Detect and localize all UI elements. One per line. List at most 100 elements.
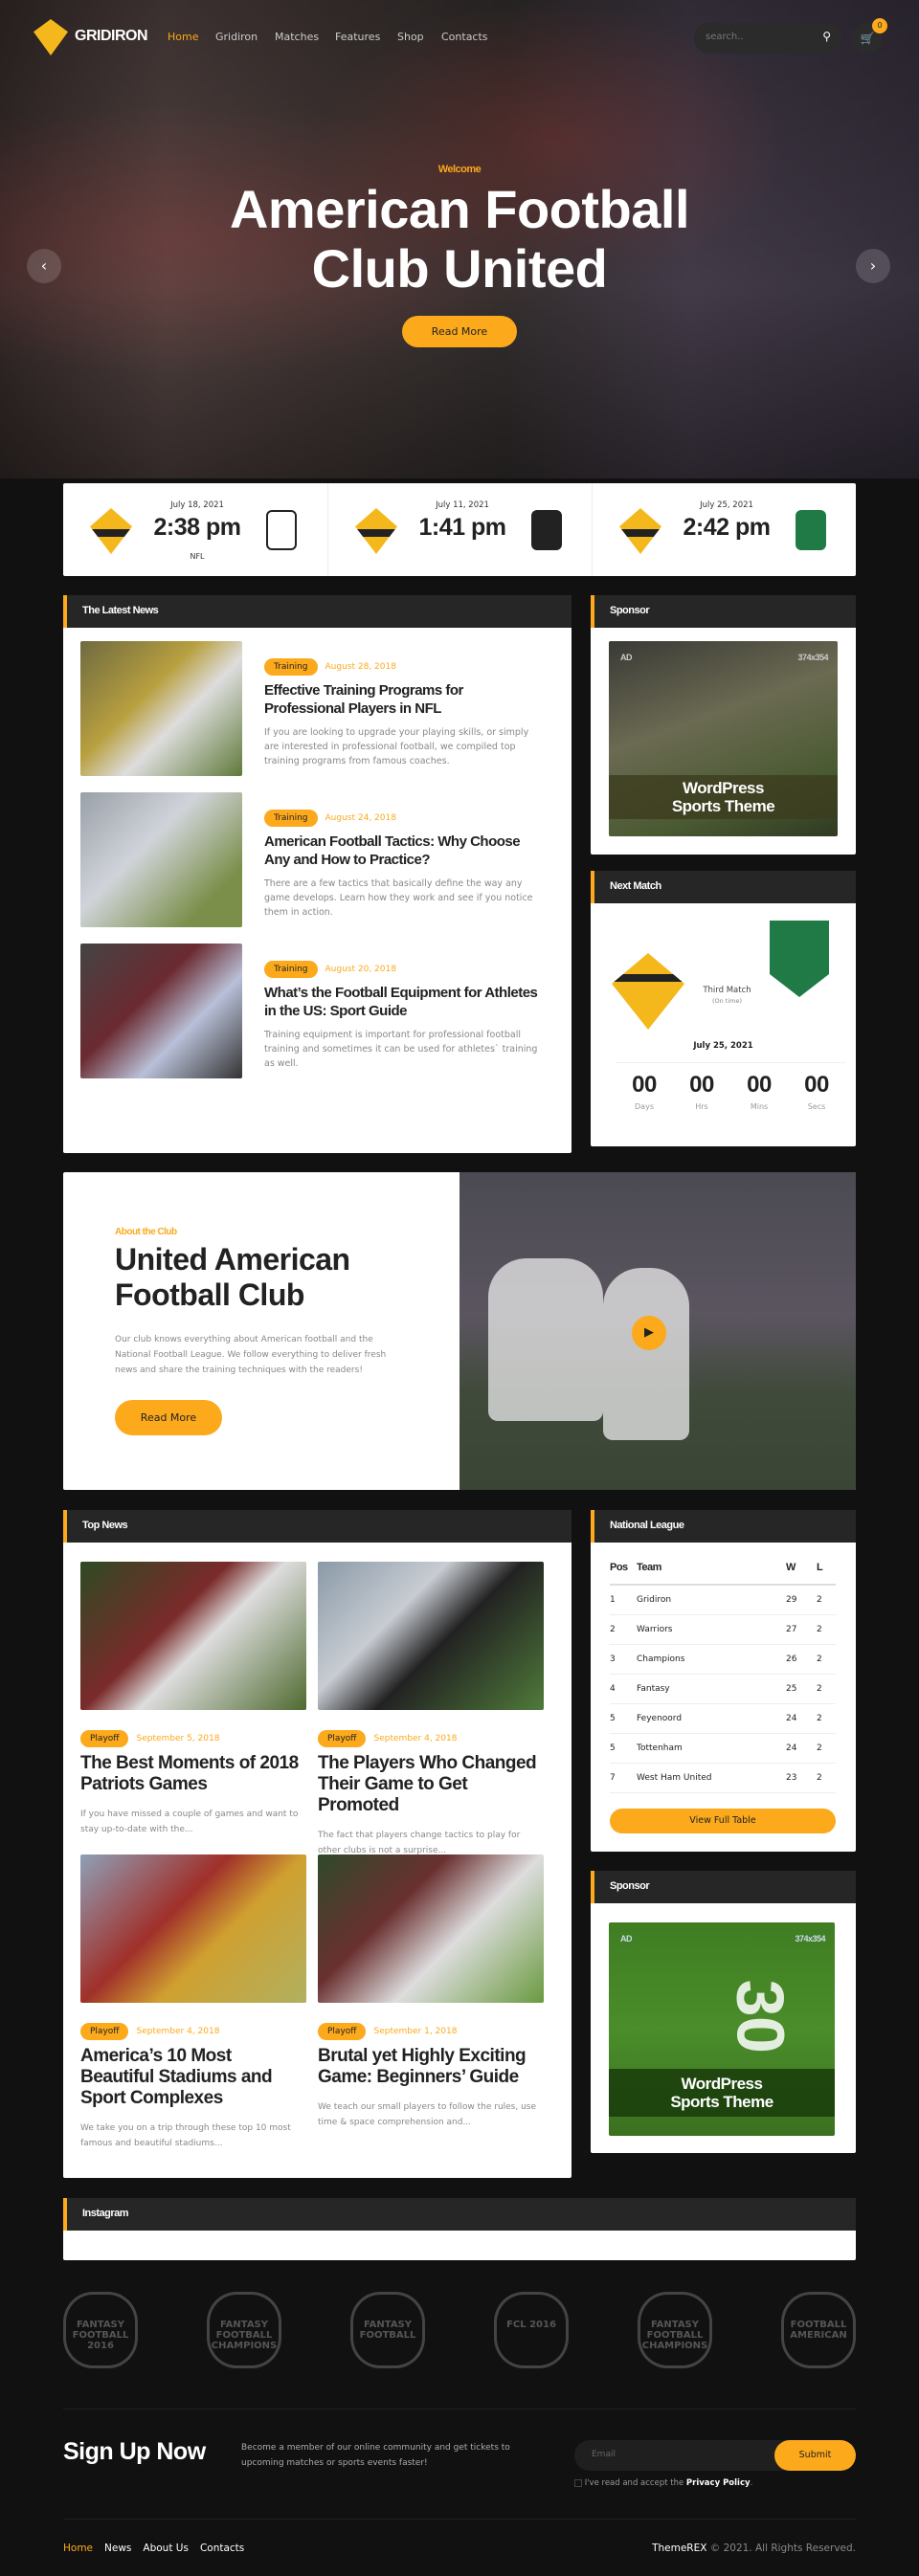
footer-link-news[interactable]: News <box>104 2543 131 2554</box>
play-icon[interactable]: ▶ <box>632 1316 666 1350</box>
instagram-widget: Instagram <box>63 2198 856 2260</box>
news-title[interactable]: The Best Moments of 2018 Patriots Games <box>80 1753 306 1795</box>
countdown-mins: 00 Mins <box>730 1072 788 1111</box>
top-news-card[interactable]: Playoff September 4, 2018 America’s 10 Mo… <box>80 1854 306 2151</box>
category-tag[interactable]: Playoff <box>80 2023 129 2040</box>
news-thumbnail[interactable] <box>80 1854 306 2003</box>
sponsor-ad-banner[interactable]: AD 374x354 WordPress Sports Theme <box>609 641 838 836</box>
hero-title-line2: Club United <box>311 238 608 299</box>
submit-button[interactable]: Submit <box>774 2440 856 2471</box>
nav-home[interactable]: Home <box>168 31 198 43</box>
match-date: July 11, 2021 <box>436 500 489 510</box>
hero-eyebrow: Welcome <box>437 164 482 175</box>
partner-logo[interactable]: FANTASY FOOTBALL CHAMPIONS <box>638 2292 712 2368</box>
news-thumbnail[interactable] <box>80 641 242 776</box>
countdown-hrs: 00 Hrs <box>673 1072 730 1111</box>
nav-features[interactable]: Features <box>335 31 380 43</box>
table-cell: 24 <box>786 1703 817 1734</box>
table-cell: Warriors <box>637 1614 786 1645</box>
footer-link-home[interactable]: Home <box>63 2543 93 2554</box>
top-news-card[interactable]: Playoff September 4, 2018 The Players Who… <box>318 1562 544 1858</box>
home-team-logo <box>90 508 132 554</box>
view-full-table-button[interactable]: View Full Table <box>610 1809 836 1833</box>
partner-logo[interactable]: FCL 2016 <box>494 2292 569 2368</box>
table-cell: 5 <box>610 1703 637 1734</box>
ad-size-label: 374x354 <box>797 653 828 662</box>
news-thumbnail[interactable] <box>80 944 242 1078</box>
nav-shop[interactable]: Shop <box>397 31 424 43</box>
instagram-heading: Instagram <box>63 2198 856 2231</box>
table-cell: 2 <box>817 1763 836 1793</box>
nav-contacts[interactable]: Contacts <box>441 31 488 43</box>
news-item[interactable]: Training August 24, 2018 American Footbal… <box>80 792 554 927</box>
news-item[interactable]: Training August 28, 2018 Effective Traini… <box>80 641 554 776</box>
partner-logo[interactable]: FOOTBALL AMERICAN <box>781 2292 856 2368</box>
away-team-logo <box>531 510 562 550</box>
about-read-more-button[interactable]: Read More <box>115 1400 222 1435</box>
nav-matches[interactable]: Matches <box>275 31 319 43</box>
sponsor-heading: Sponsor <box>591 595 856 628</box>
slider-prev-arrow-icon[interactable]: ‹ <box>27 249 61 283</box>
news-thumbnail[interactable] <box>80 792 242 927</box>
top-news-card[interactable]: Playoff September 1, 2018 Brutal yet High… <box>318 1854 544 2130</box>
footer-link-about-us[interactable]: About Us <box>143 2543 189 2554</box>
cart-icon: 🛒 <box>860 32 875 45</box>
email-placeholder: Email <box>592 2450 616 2459</box>
category-tag[interactable]: Playoff <box>80 1730 129 1747</box>
table-cell: 26 <box>786 1644 817 1675</box>
countdown-value: 00 <box>632 1072 657 1098</box>
table-cell: 24 <box>786 1733 817 1764</box>
category-tag[interactable]: Training <box>264 961 318 978</box>
nav-gridiron[interactable]: Gridiron <box>215 31 258 43</box>
partner-logo[interactable]: FANTASY FOOTBALL <box>350 2292 425 2368</box>
table-cell: 2 <box>817 1703 836 1734</box>
table-cell: 5 <box>610 1733 637 1764</box>
table-cell: 3 <box>610 1644 637 1675</box>
post-date: September 1, 2018 <box>373 2027 458 2036</box>
match-item[interactable]: July 18, 2021 2:38 pm NFL <box>63 483 327 576</box>
table-cell: 23 <box>786 1763 817 1793</box>
search-input[interactable]: search.. ⚲ <box>694 23 842 54</box>
privacy-policy-link[interactable]: Privacy Policy <box>686 2478 751 2488</box>
hero-slider: GRIDIRON Home Gridiron Matches Features … <box>0 0 919 478</box>
news-thumbnail[interactable] <box>80 1562 306 1710</box>
news-title[interactable]: What’s the Football Equipment for Athlet… <box>264 984 542 1020</box>
home-team-logo <box>355 508 397 554</box>
top-news-card[interactable]: Playoff September 5, 2018 The Best Moment… <box>80 1562 306 1837</box>
news-title[interactable]: America’s 10 Most Beautiful Stadiums and… <box>80 2046 306 2109</box>
partner-logo[interactable]: FANTASY FOOTBALL CHAMPIONS <box>207 2292 281 2368</box>
news-excerpt: We take you on a trip through these top … <box>80 2123 291 2148</box>
brand-name[interactable]: GRIDIRON <box>75 28 148 45</box>
countdown: 00 Days 00 Hrs 00 Mins 00 Secs <box>616 1072 845 1111</box>
home-team-logo <box>619 508 661 554</box>
latest-news-heading: The Latest News <box>63 595 572 628</box>
partner-logo[interactable]: FANTASY FOOTBALL 2016 <box>63 2292 138 2368</box>
consent-checkbox[interactable] <box>574 2478 582 2487</box>
hero-title: American Football Club United <box>0 180 919 299</box>
slider-next-arrow-icon[interactable]: › <box>856 249 890 283</box>
footer-link-contacts[interactable]: Contacts <box>200 2543 244 2554</box>
top-news-heading: Top News <box>63 1510 572 1543</box>
news-title[interactable]: Effective Training Programs for Professi… <box>264 681 542 718</box>
countdown-unit: Mins <box>750 1102 769 1111</box>
news-title[interactable]: The Players Who Changed Their Game to Ge… <box>318 1753 544 1816</box>
news-title[interactable]: American Football Tactics: Why Choose An… <box>264 833 542 869</box>
news-thumbnail[interactable] <box>318 1562 544 1710</box>
news-thumbnail[interactable] <box>318 1854 544 2003</box>
category-tag[interactable]: Training <box>264 810 318 827</box>
match-item[interactable]: July 25, 2021 2:42 pm <box>592 483 856 576</box>
category-tag[interactable]: Playoff <box>318 2023 367 2040</box>
news-title[interactable]: Brutal yet Highly Exciting Game: Beginne… <box>318 2046 544 2088</box>
post-date: August 20, 2018 <box>325 965 396 974</box>
about-video-thumbnail[interactable]: ▶ <box>460 1172 856 1490</box>
sponsor-ad-banner-2[interactable]: AD 374x354 30 WordPress Sports Theme <box>609 1922 835 2136</box>
table-cell: 2 <box>817 1585 836 1615</box>
hero-read-more-button[interactable]: Read More <box>402 316 517 347</box>
category-tag[interactable]: Training <box>264 658 318 676</box>
match-item[interactable]: July 11, 2021 1:41 pm <box>327 483 592 576</box>
search-icon[interactable]: ⚲ <box>822 30 831 43</box>
news-item[interactable]: Training August 20, 2018 What’s the Footb… <box>80 944 554 1078</box>
category-tag[interactable]: Playoff <box>318 1730 367 1747</box>
copyright-brand[interactable]: ThemeREX <box>652 2543 706 2554</box>
table-row: 5 Feyenoord 24 2 <box>610 1703 836 1734</box>
